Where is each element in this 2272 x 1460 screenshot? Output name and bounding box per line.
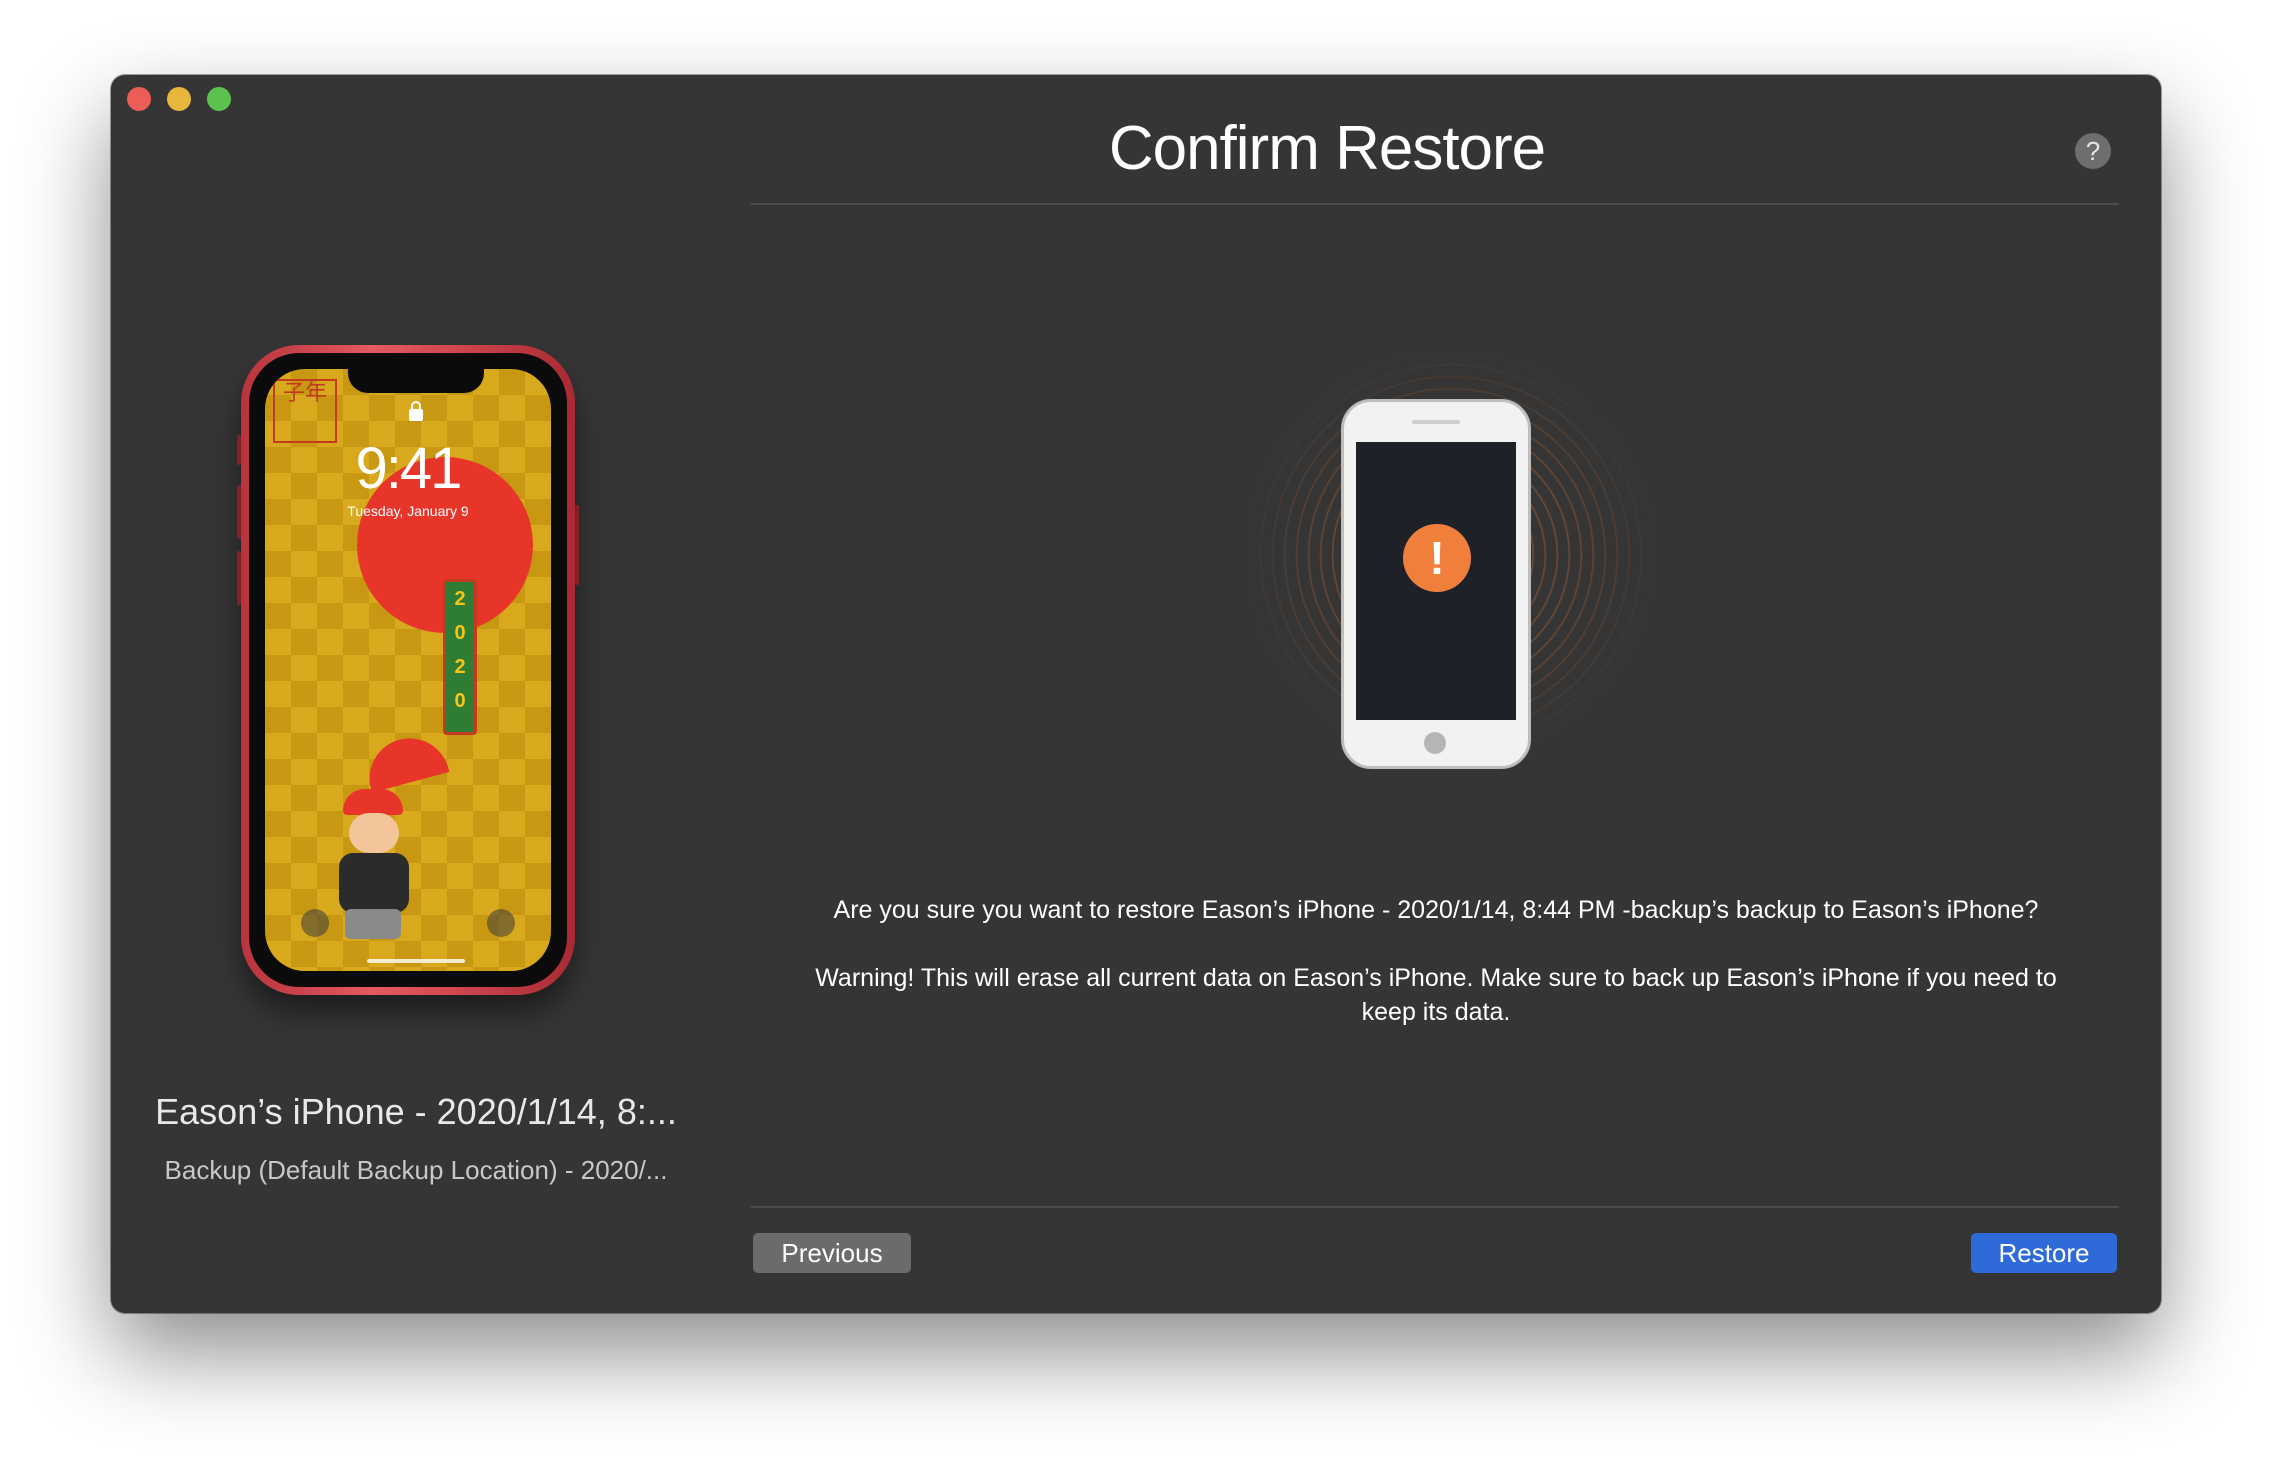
lock-screen-date: Tuesday, January 9 — [347, 503, 469, 519]
erase-warning: Warning! This will erase all current dat… — [815, 964, 2057, 1026]
header-divider — [751, 203, 2119, 205]
home-indicator — [367, 959, 465, 963]
page-title: Confirm Restore — [1108, 114, 1546, 183]
home-button-icon — [1424, 732, 1446, 754]
target-iphone-screen: ! — [1356, 442, 1516, 720]
banner-digit: 0 — [454, 690, 466, 712]
lock-screen: 子年 9:41 Tuesday, January 9 2 0 2 0 — [265, 369, 551, 971]
footer-divider — [751, 1206, 2119, 1208]
restore-window: Confirm Restore ? 子年 9:41 Tuesday, Janua… — [111, 75, 2161, 1313]
wallpaper-character — [323, 789, 423, 939]
source-device-preview: 子年 9:41 Tuesday, January 9 2 0 2 0 — [237, 345, 581, 1005]
wallpaper-stamp: 子年 — [273, 379, 337, 443]
wallpaper-banner: 2 0 2 0 — [443, 579, 477, 735]
banner-digit: 0 — [454, 622, 466, 644]
side-button — [575, 505, 579, 585]
banner-digit: 2 — [454, 656, 466, 678]
notch — [348, 369, 484, 393]
flashlight-icon — [301, 909, 329, 937]
help-button[interactable]: ? — [2075, 133, 2111, 169]
zoom-window-button[interactable] — [207, 87, 231, 111]
lock-screen-time: 9:41 — [355, 436, 463, 501]
banner-digit: 2 — [454, 588, 466, 610]
speaker-grille — [1412, 420, 1460, 424]
close-window-button[interactable] — [127, 87, 151, 111]
previous-button[interactable]: Previous — [753, 1233, 911, 1273]
camera-icon — [487, 909, 515, 937]
source-device-name: Eason’s iPhone - 2020/1/14, 8:... — [155, 1091, 677, 1132]
confirm-question: Are you sure you want to restore Eason’s… — [833, 896, 2039, 924]
confirm-message: Are you sure you want to restore Eason’s… — [791, 893, 2081, 1063]
minimize-window-button[interactable] — [167, 87, 191, 111]
restore-button[interactable]: Restore — [1971, 1233, 2117, 1273]
lock-icon — [409, 401, 423, 421]
warning-icon: ! — [1403, 524, 1471, 592]
wallpaper-fan — [360, 729, 450, 793]
iphone-x-frame: 子年 9:41 Tuesday, January 9 2 0 2 0 — [241, 345, 575, 995]
target-iphone-icon: ! — [1341, 399, 1531, 769]
source-backup-location: Backup (Default Backup Location) - 2020/… — [164, 1155, 668, 1185]
